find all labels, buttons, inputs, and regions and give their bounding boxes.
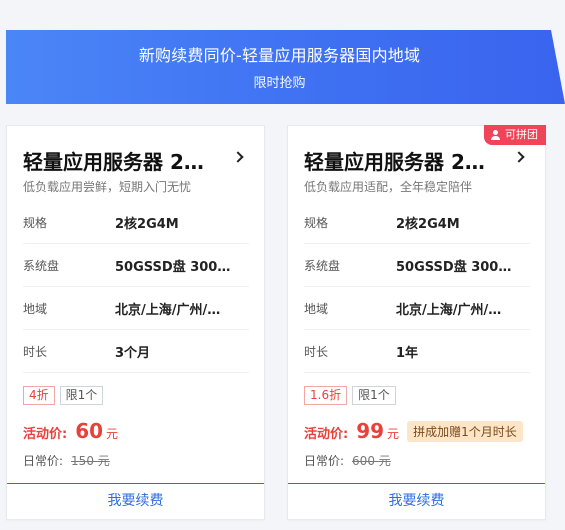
price-value: 99: [356, 419, 385, 443]
promo-banner: 新购续费同价-轻量应用服务器国内地域 限时抢购: [6, 30, 565, 104]
price-row: 活动价: 60 元: [23, 419, 118, 443]
price-label: 活动价:: [23, 427, 68, 442]
original-price-row: 日常价: 150 元: [23, 452, 110, 469]
discount-tag: 4折: [23, 386, 55, 405]
original-price-row: 日常价: 600 元: [304, 452, 391, 469]
spec-row-region: 地域 北京/上海/广州/成都/南京: [23, 287, 249, 330]
spec-label: 地域: [304, 301, 329, 316]
spec-row-disk: 系统盘 50GSSD盘 300GB月流量: [304, 244, 530, 287]
chevron-right-icon[interactable]: [513, 151, 525, 163]
spec-row-size: 规格 2核2G4M: [304, 201, 530, 244]
price-row: 活动价: 99 元 拼成加赠1个月时长: [304, 419, 523, 443]
spec-value: 北京/上海/广州/成都/南京: [115, 302, 233, 318]
discount-tag: 1.6折: [304, 386, 348, 405]
banner-subtitle: 限时抢购: [253, 76, 306, 91]
spec-value: 2核2G4M: [396, 216, 460, 232]
tag-group: 1.6折 限1个: [304, 386, 396, 405]
original-price: 150 元: [71, 454, 110, 468]
spec-value: 50GSSD盘 300GB月流量: [115, 259, 233, 275]
spec-value: 2核2G4M: [115, 216, 179, 232]
price-label: 活动价:: [304, 427, 349, 442]
spec-value: 1年: [396, 345, 419, 361]
group-buy-badge: 可拼团: [484, 125, 546, 145]
limit-tag: 限1个: [59, 386, 104, 405]
user-icon: [491, 129, 502, 141]
spec-label: 系统盘: [23, 258, 60, 273]
original-price: 600 元: [352, 454, 391, 468]
spec-row-duration: 时长 3个月: [23, 330, 249, 373]
spec-row-disk: 系统盘 50GSSD盘 300GB月流量: [23, 244, 249, 287]
spec-label: 时长: [304, 344, 329, 359]
price-unit: 元: [106, 427, 119, 441]
limit-tag: 限1个: [352, 386, 396, 405]
card-description: 低负载应用适配，全年稳定陪伴: [304, 180, 473, 194]
card-title[interactable]: 轻量应用服务器 2核2G4M: [304, 146, 504, 175]
card-title[interactable]: 轻量应用服务器 2核2G4M: [23, 146, 223, 175]
original-price-label: 日常价:: [304, 454, 345, 468]
promo-tag: 拼成加赠1个月时长: [407, 420, 523, 442]
spec-value: 50GSSD盘 300GB月流量: [396, 259, 514, 275]
spec-label: 规格: [23, 215, 48, 230]
chevron-right-icon[interactable]: [232, 151, 244, 163]
product-card-1-year[interactable]: 可拼团 轻量应用服务器 2核2G4M 低负载应用适配，全年稳定陪伴 规格 2核2…: [287, 125, 546, 520]
banner-title: 新购续费同价-轻量应用服务器国内地域: [138, 46, 421, 65]
spec-label: 时长: [23, 344, 48, 359]
spec-value: 北京/上海/广州/成都/南京: [396, 302, 514, 318]
badge-label: 可拼团: [505, 128, 538, 141]
original-price-label: 日常价:: [23, 454, 64, 468]
price-value: 60: [75, 419, 104, 443]
renew-button[interactable]: 我要续费: [288, 483, 545, 519]
spec-row-region: 地域 北京/上海/广州/成都/南京: [304, 287, 530, 330]
spec-row-size: 规格 2核2G4M: [23, 201, 249, 244]
spec-label: 系统盘: [304, 258, 341, 273]
tag-group: 4折 限1个: [23, 386, 104, 405]
spec-value: 3个月: [115, 345, 151, 361]
spec-label: 规格: [304, 215, 329, 230]
spec-row-duration: 时长 1年: [304, 330, 530, 373]
card-description: 低负载应用尝鲜，短期入门无忧: [23, 180, 192, 194]
product-card-3-month[interactable]: 轻量应用服务器 2核2G4M 低负载应用尝鲜，短期入门无忧 规格 2核2G4M …: [6, 125, 265, 520]
spec-label: 地域: [23, 301, 48, 316]
price-unit: 元: [387, 427, 400, 441]
renew-button[interactable]: 我要续费: [7, 483, 264, 519]
